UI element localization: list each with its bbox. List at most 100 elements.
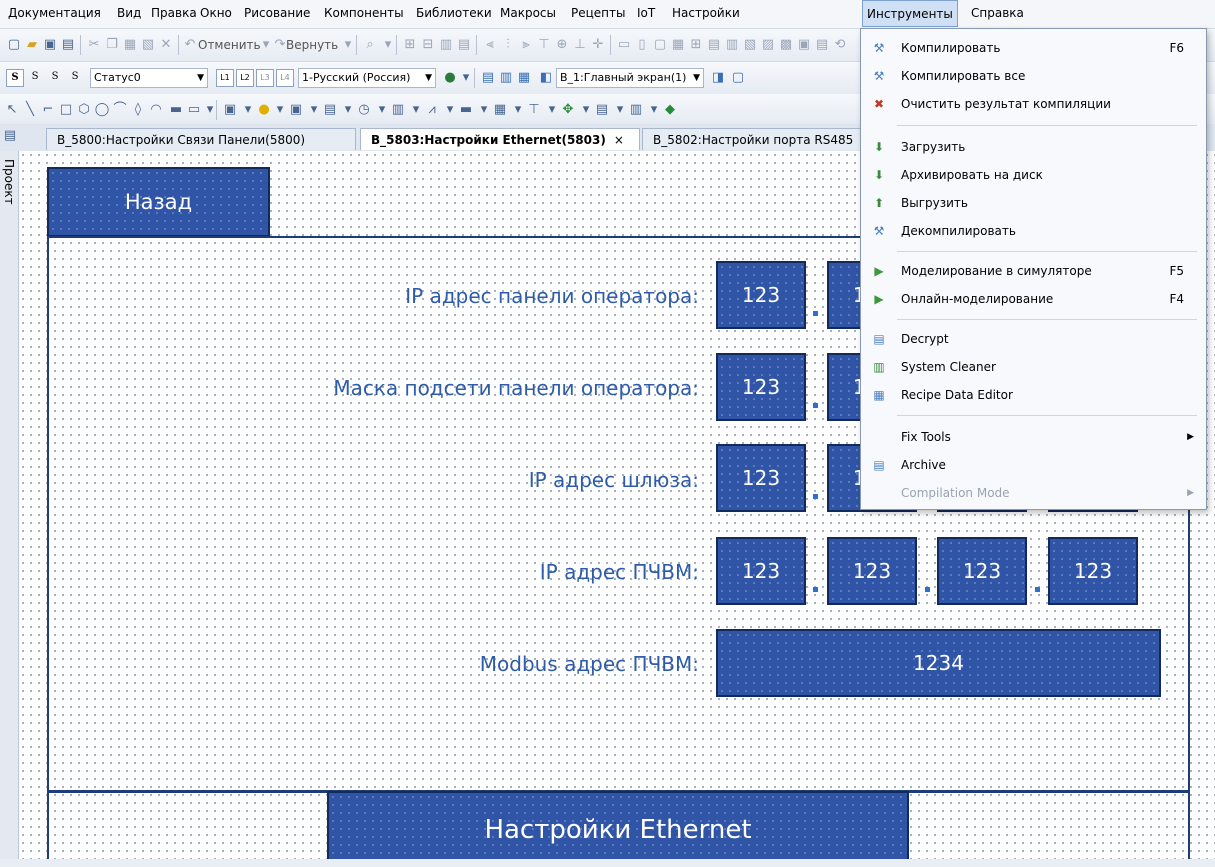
menu-item-simulator[interactable]: ▶ Моделирование в симуляторе F5 (861, 257, 1206, 285)
line-icon[interactable]: ╲ (22, 102, 38, 118)
layer-l2-button[interactable]: L2 (236, 69, 254, 87)
tab-ethernet-settings[interactable]: B_5803:Настройки Ethernet(5803) × (360, 128, 640, 150)
text-icon[interactable]: ▭ (186, 102, 202, 118)
align-left-icon[interactable]: ⫷ (482, 37, 498, 53)
menu-edit[interactable]: Правка (147, 0, 201, 27)
bit-switch-icon[interactable]: ▣ (222, 102, 238, 118)
pc-ip-octet-2[interactable]: 123 (827, 537, 917, 605)
layer-l3-button[interactable]: L3 (256, 69, 274, 87)
language-combo[interactable]: 1-Русский (Россия) ▼ (298, 68, 436, 88)
numeric-icon[interactable]: ▣ (288, 102, 304, 118)
screen-settings-icon[interactable]: ▦ (516, 70, 532, 86)
state-s1-button[interactable]: S (26, 69, 44, 87)
chevron-down-icon[interactable]: ▾ (380, 37, 396, 53)
screen-nav-icon[interactable]: ◧ (538, 70, 554, 86)
word-switch-icon[interactable]: ▤ (322, 102, 338, 118)
bar-graph-icon[interactable]: ▥ (390, 102, 406, 118)
pointer-icon[interactable]: ↖ (4, 102, 20, 118)
menu-item-recipe-data-editor[interactable]: ▦ Recipe Data Editor (861, 381, 1206, 409)
paste-icon[interactable]: ▦ (122, 37, 138, 53)
layer-l1-button[interactable]: L1 (216, 69, 234, 87)
tab-communication-settings[interactable]: B_5800:Настройки Связи Панели(5800) (46, 128, 356, 150)
move-icon[interactable]: ✥ (560, 102, 576, 118)
trend-icon[interactable]: ⩘ (424, 102, 440, 118)
chevron-down-icon[interactable]: ▾ (408, 102, 424, 118)
screen-icon[interactable]: ▤ (480, 70, 496, 86)
close-icon[interactable]: × (614, 133, 624, 147)
freeform-icon[interactable]: ◊ (130, 102, 146, 118)
clock-icon[interactable]: ◷ (356, 102, 372, 118)
state-combo[interactable]: Статус0 ▼ (90, 68, 208, 88)
fan-icon[interactable]: ◠ (148, 102, 164, 118)
unlock-icon[interactable]: ▨ (760, 37, 776, 53)
save-icon[interactable]: ▣ (42, 37, 58, 53)
table-icon[interactable]: ▦ (492, 102, 508, 118)
center-icon[interactable]: ✛ (590, 37, 606, 53)
menu-iot[interactable]: IoT (633, 0, 659, 27)
menu-item-compile[interactable]: ⚒ Компилировать F6 (861, 34, 1206, 62)
screen-props-icon[interactable]: ▥ (498, 70, 514, 86)
tab-list-icon[interactable]: ▤ (2, 128, 18, 144)
chevron-down-icon[interactable]: ▾ (272, 102, 288, 118)
chevron-down-icon[interactable]: ▾ (510, 102, 526, 118)
guide-icon[interactable]: ▥ (724, 37, 740, 53)
save-all-icon[interactable]: ▤ (60, 37, 76, 53)
menu-window[interactable]: Окно (196, 0, 236, 27)
duplicate-icon[interactable]: ▧ (140, 37, 156, 53)
pc-ip-octet-4[interactable]: 123 (1048, 537, 1138, 605)
open-icon[interactable]: ▰ (24, 37, 40, 53)
grid-icon[interactable]: ▦ (670, 37, 686, 53)
pipe-icon[interactable]: ⊤ (526, 102, 542, 118)
menu-item-archive[interactable]: ▤ Archive (861, 451, 1206, 479)
align-top-icon[interactable]: ⊤ (536, 37, 552, 53)
arc-icon[interactable]: ⌒ (112, 102, 128, 118)
menu-drawing[interactable]: Рисование (240, 0, 314, 27)
pc-ip-octet-1[interactable]: 123 (716, 537, 806, 605)
menu-libraries[interactable]: Библиотеки (412, 0, 496, 27)
align-center-icon[interactable]: ⫶ (500, 37, 516, 53)
menu-settings[interactable]: Настройки (668, 0, 744, 27)
globe-icon[interactable]: ● (442, 70, 458, 86)
chevron-down-icon[interactable]: ▾ (306, 102, 322, 118)
delete-icon[interactable]: ✕ (158, 37, 174, 53)
menu-components[interactable]: Компоненты (320, 0, 408, 27)
tab-rs485-settings[interactable]: B_5802:Настройки порта RS485 (642, 128, 862, 150)
menu-item-fix-tools[interactable]: Fix Tools ▶ (861, 423, 1206, 451)
recipe-icon[interactable]: ▥ (628, 102, 644, 118)
menu-item-decompile[interactable]: ⚒ Декомпилировать (861, 217, 1206, 245)
picture-icon[interactable]: ▬ (168, 102, 184, 118)
copy-icon[interactable]: ❐ (104, 37, 120, 53)
chevron-down-icon[interactable]: ▾ (646, 102, 662, 118)
align-middle-icon[interactable]: ⊕ (554, 37, 570, 53)
chevron-down-icon[interactable]: ▾ (544, 102, 560, 118)
ruler-icon[interactable]: ▤ (706, 37, 722, 53)
menu-item-download[interactable]: ⬇ Загрузить (861, 133, 1206, 161)
menu-item-decrypt[interactable]: ▤ Decrypt (861, 325, 1206, 353)
chevron-down-icon[interactable]: ▾ (340, 37, 356, 53)
cut-icon[interactable]: ✂ (86, 37, 102, 53)
rotate-icon[interactable]: ⟲ (832, 37, 848, 53)
snap-icon[interactable]: ⊞ (688, 37, 704, 53)
lock-icon[interactable]: ▧ (742, 37, 758, 53)
property-icon[interactable]: ▤ (814, 37, 830, 53)
back-button[interactable]: Назад (47, 167, 270, 237)
ip-panel-octet-1[interactable]: 123 (716, 261, 806, 329)
menu-item-upload[interactable]: ⬆ Выгрузить (861, 189, 1206, 217)
rectangle-icon[interactable]: □ (58, 102, 74, 118)
menu-item-compile-all[interactable]: ⚒ Компилировать все (861, 62, 1206, 90)
bulb-icon[interactable]: ● (256, 102, 272, 118)
chevron-down-icon[interactable]: ▾ (458, 70, 474, 86)
pc-ip-octet-3[interactable]: 123 (937, 537, 1027, 605)
ellipse-icon[interactable]: ◯ (94, 102, 110, 118)
chevron-down-icon[interactable]: ▾ (578, 102, 594, 118)
align-bottom-icon[interactable]: ⊥ (572, 37, 588, 53)
state-s3-button[interactable]: S (66, 69, 84, 87)
menu-tools[interactable]: Инструменты (862, 0, 958, 27)
project-panel-tab[interactable]: Проект (0, 151, 19, 859)
menu-macros[interactable]: Макросы (496, 0, 560, 27)
state-s2-button[interactable]: S (46, 69, 64, 87)
slider-icon[interactable]: ▬ (458, 102, 474, 118)
modbus-address-field[interactable]: 1234 (716, 629, 1161, 697)
group-icon[interactable]: ⊞ (402, 37, 418, 53)
chevron-down-icon[interactable]: ▾ (476, 102, 492, 118)
